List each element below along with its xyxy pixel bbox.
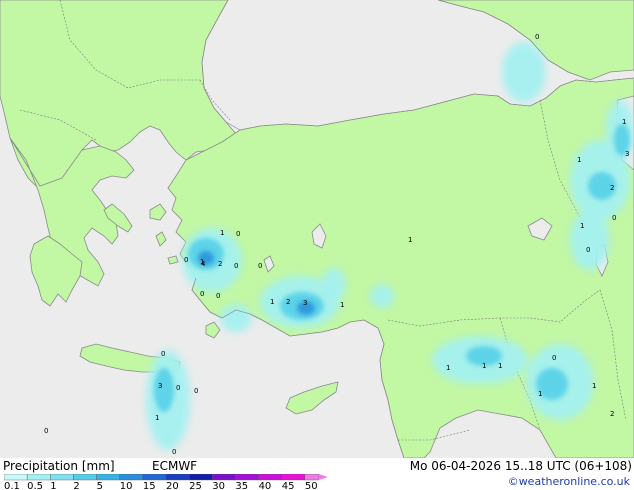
value-label: 0 [612,214,616,222]
precip-southwest [220,304,252,332]
scale-label: 50 [305,481,318,490]
value-label: 1 [340,301,344,309]
value-label: 1 [580,222,584,230]
scale-label: 30 [212,481,225,490]
scale-swatch [304,474,319,481]
value-label: 4 [201,260,206,268]
scale-label: 10 [120,481,133,490]
value-label: 0 [535,33,539,41]
scale-swatch [4,474,28,481]
scale-swatch [235,474,259,481]
value-label: 1 [498,362,502,370]
scale-swatch [96,474,120,481]
value-label: 1 [220,229,224,237]
value-label: 2 [286,298,290,306]
scale-swatch [281,474,306,481]
scale-label: 0.5 [27,481,43,490]
precip-central [370,284,394,308]
value-label: 2 [218,260,222,268]
scale-swatch [26,474,51,481]
value-label: 1 [622,118,626,126]
value-label: 0 [172,448,176,456]
map-footer: Precipitation [mm] ECMWF Mo 06-04-2026 1… [0,458,634,490]
scale-label: 5 [97,481,103,490]
scale-label: 40 [259,481,272,490]
value-label: 0 [200,290,204,298]
value-label: 0 [234,262,238,270]
precip-core-crete [154,368,174,412]
value-label: 1 [538,390,542,398]
color-scale-legend: 0.1 0.5 1 2 5 10 15 20 25 30 35 40 45 50 [4,474,328,490]
scale-label: 35 [235,481,248,490]
map-title: Precipitation [mm] [3,459,115,473]
value-label: 0 [44,427,48,435]
scale-label: 0.1 [4,481,20,490]
precip-konya [322,268,346,300]
value-label: 0 [161,350,165,358]
scale-label: 15 [143,481,156,490]
value-label: 0 [552,354,556,362]
value-label: 1 [155,414,159,422]
scale-swatch [188,474,213,481]
value-label: 2 [610,410,614,418]
value-label: 1 [270,298,274,306]
scale-swatch [165,474,190,481]
scale-label: 20 [166,481,179,490]
scale-swatch [142,474,167,481]
value-label: 0 [216,292,220,300]
scale-swatch [258,474,282,481]
value-label: 1 [446,364,450,372]
value-label: 3 [158,382,162,390]
model-name: ECMWF [152,459,198,473]
valid-time: Mo 06-04-2026 15..18 UTC (06+108) [409,459,632,473]
scale-label: 2 [73,481,79,490]
scale-arrow [318,474,328,480]
value-label: 1 [592,382,596,390]
scale-label: 1 [50,481,56,490]
value-label: 3 [303,299,307,307]
scale-swatch [119,474,144,481]
scale-swatch [212,474,236,481]
weather-map: 0 1 1 3 2 0 1 0 1 0 1 0 1 0 4 2 0 0 0 1 … [0,0,634,458]
precip-ne-black-sea [502,42,546,102]
value-label: 1 [408,236,412,244]
value-label: 0 [258,262,262,270]
value-label: 3 [625,150,629,158]
precip-iran-west [570,210,610,270]
credit-link[interactable]: ©weatheronline.co.uk [508,475,630,489]
value-label: 0 [176,384,180,392]
scale-swatch [73,474,97,481]
scale-swatch [50,474,74,481]
scale-label: 25 [189,481,202,490]
value-label: 1 [577,156,581,164]
value-label: 1 [482,362,486,370]
value-label: 0 [586,246,590,254]
value-label: 0 [184,256,188,264]
scale-label: 45 [282,481,295,490]
value-label: 0 [236,230,240,238]
value-label: 0 [194,387,198,395]
value-label: 2 [610,184,614,192]
